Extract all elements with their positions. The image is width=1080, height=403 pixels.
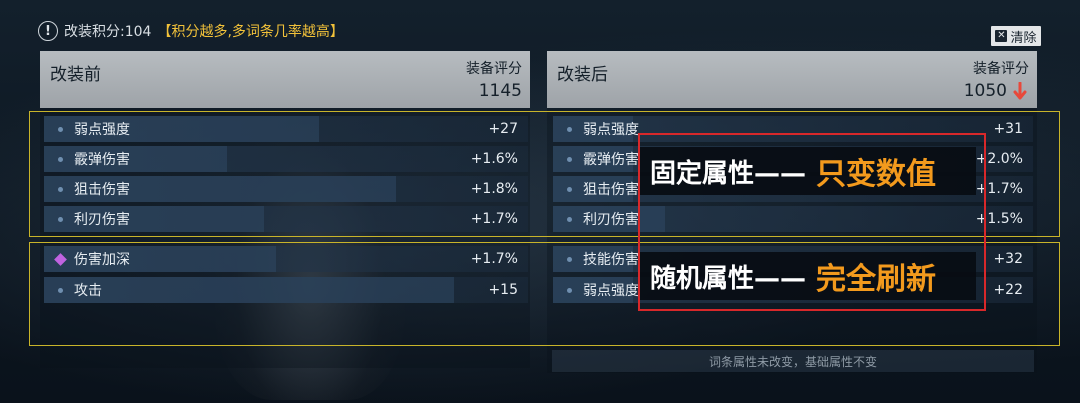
before-rating-label: 装备评分	[466, 61, 522, 77]
mod-score-bar: ! 改装积分:104 【积分越多,多词条几率越高】	[38, 19, 344, 43]
arrow-down-icon	[1013, 82, 1027, 100]
random-attrs-annotation: 随机属性—— 完全刷新	[640, 252, 976, 300]
after-header: 改装后 装备评分 1050	[547, 51, 1037, 108]
after-rating-value: 1050	[963, 81, 1007, 101]
before-header: 改装前 装备评分 1145	[40, 51, 530, 108]
after-rating-label: 装备评分	[973, 61, 1029, 77]
annotation-prefix: 固定属性——	[650, 158, 807, 189]
annotation-highlight: 只变数值	[816, 157, 937, 192]
annotation-highlight: 完全刷新	[816, 262, 937, 297]
close-icon: ✕	[995, 30, 1008, 42]
footer-note: 词条属性未改变，基础属性不变	[552, 350, 1034, 372]
mod-score-label: 改装积分:104	[64, 24, 152, 40]
after-title: 改装后	[557, 65, 608, 85]
before-rating-value: 1145	[478, 81, 522, 101]
annotation-prefix: 随机属性——	[650, 263, 807, 294]
clear-button[interactable]: ✕ 清除	[991, 26, 1041, 46]
fixed-attrs-annotation: 固定属性—— 只变数值	[640, 147, 976, 195]
exclamation-circle-icon[interactable]: !	[38, 21, 58, 41]
clear-button-label: 清除	[1010, 30, 1037, 46]
mod-score-tip: 【积分越多,多词条几率越高】	[157, 24, 344, 40]
before-title: 改装前	[50, 65, 101, 85]
